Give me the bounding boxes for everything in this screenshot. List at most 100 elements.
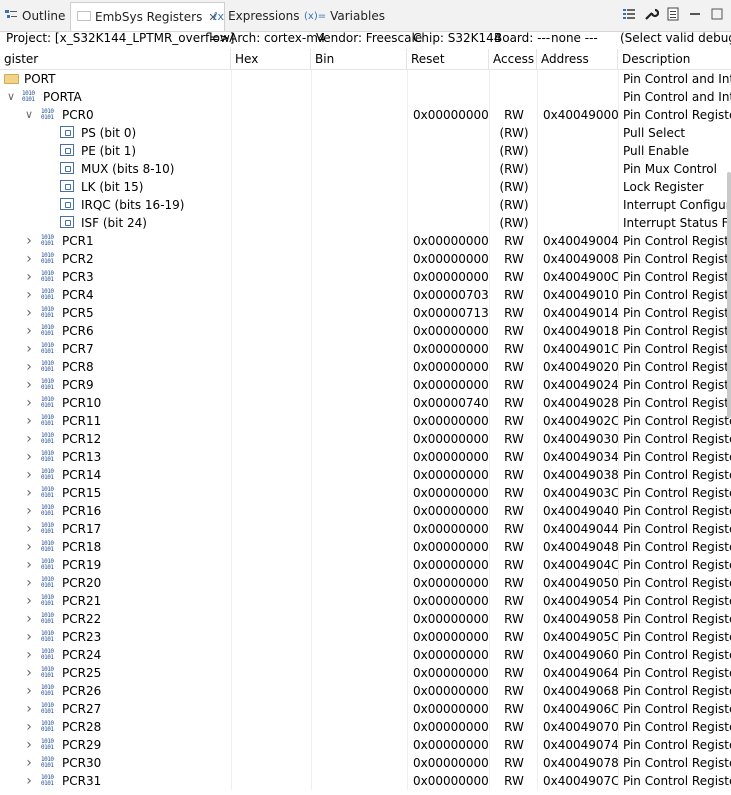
hex-cell[interactable] <box>231 304 312 322</box>
bin-cell[interactable] <box>311 376 408 394</box>
hex-cell[interactable] <box>231 268 312 286</box>
hex-cell[interactable] <box>231 628 312 646</box>
bin-cell[interactable] <box>311 124 408 142</box>
hex-cell[interactable] <box>231 772 312 790</box>
bin-cell[interactable] <box>311 646 408 664</box>
select-debug-config[interactable]: (Select valid debug co <box>620 29 731 47</box>
hex-cell[interactable] <box>231 466 312 484</box>
hex-cell[interactable] <box>231 214 312 232</box>
wrench-icon[interactable] <box>643 6 659 22</box>
bin-cell[interactable] <box>311 412 408 430</box>
hex-cell[interactable] <box>231 160 312 178</box>
chevron-right-icon[interactable]: › <box>23 520 35 538</box>
hex-cell[interactable] <box>231 556 312 574</box>
tab-expressions[interactable]: ℓx Expressions <box>213 3 299 29</box>
vertical-scrollbar[interactable] <box>727 172 731 418</box>
chevron-right-icon[interactable]: › <box>23 754 35 772</box>
chevron-down-icon[interactable]: ∨ <box>5 88 17 106</box>
chevron-right-icon[interactable]: › <box>23 268 35 286</box>
hex-cell[interactable] <box>231 286 312 304</box>
bin-cell[interactable] <box>311 664 408 682</box>
bin-cell[interactable] <box>311 538 408 556</box>
chevron-right-icon[interactable]: › <box>23 592 35 610</box>
bin-cell[interactable] <box>311 268 408 286</box>
bin-cell[interactable] <box>311 754 408 772</box>
chevron-right-icon[interactable]: › <box>23 340 35 358</box>
chevron-right-icon[interactable]: › <box>23 448 35 466</box>
chevron-right-icon[interactable]: › <box>23 736 35 754</box>
register-row[interactable]: › 1010 0101 PCR2 0x00000000 RW 0x40049008 Pin C… <box>0 250 731 268</box>
column-reset[interactable]: Reset <box>407 49 489 69</box>
register-row[interactable]: › 1010 0101 PCR28 0x00000000 RW 0x40049070 Pin … <box>0 718 731 736</box>
chevron-right-icon[interactable]: › <box>23 466 35 484</box>
chevron-right-icon[interactable]: › <box>23 232 35 250</box>
register-row[interactable]: › 1010 0101 PCR13 0x00000000 RW 0x40049034 Pin … <box>0 448 731 466</box>
hex-cell[interactable] <box>231 574 312 592</box>
hex-cell[interactable] <box>231 196 312 214</box>
chevron-right-icon[interactable]: › <box>23 376 35 394</box>
bin-cell[interactable] <box>311 232 408 250</box>
maximize-icon[interactable] <box>709 6 725 22</box>
hex-cell[interactable] <box>231 538 312 556</box>
register-row[interactable]: › 1010 0101 PCR12 0x00000000 RW 0x40049030 Pin … <box>0 430 731 448</box>
field-row[interactable]: PE (bit 1) (RW) Pull Enable <box>0 142 731 160</box>
hex-cell[interactable] <box>231 88 312 106</box>
hex-cell[interactable] <box>231 682 312 700</box>
column-address[interactable]: Address <box>537 49 618 69</box>
column-register[interactable]: gister <box>0 49 231 69</box>
chevron-right-icon[interactable]: › <box>23 700 35 718</box>
register-row[interactable]: › 1010 0101 PCR14 0x00000000 RW 0x40049038 Pin … <box>0 466 731 484</box>
hex-cell[interactable] <box>231 664 312 682</box>
hex-cell[interactable] <box>231 754 312 772</box>
bin-cell[interactable] <box>311 628 408 646</box>
bin-cell[interactable] <box>311 394 408 412</box>
column-access[interactable]: Access <box>489 49 537 69</box>
hex-cell[interactable] <box>231 718 312 736</box>
hex-cell[interactable] <box>231 250 312 268</box>
register-row[interactable]: › 1010 0101 PCR11 0x00000000 RW 0x4004902C Pin … <box>0 412 731 430</box>
field-row[interactable]: ISF (bit 24) (RW) Interrupt Status Flag <box>0 214 731 232</box>
bin-cell[interactable] <box>311 88 408 106</box>
chevron-right-icon[interactable]: › <box>23 430 35 448</box>
chevron-right-icon[interactable]: › <box>23 646 35 664</box>
chevron-right-icon[interactable]: › <box>23 304 35 322</box>
bin-cell[interactable] <box>311 142 408 160</box>
register-row[interactable]: › 1010 0101 PCR21 0x00000000 RW 0x40049054 Pin … <box>0 592 731 610</box>
register-row[interactable]: › 1010 0101 PCR19 0x00000000 RW 0x4004904C Pin … <box>0 556 731 574</box>
doc-icon[interactable] <box>665 6 681 22</box>
column-hex[interactable]: Hex <box>231 49 311 69</box>
register-row[interactable]: › 1010 0101 PCR10 0x00000740 RW 0x40049028 Pin … <box>0 394 731 412</box>
chevron-right-icon[interactable]: › <box>23 412 35 430</box>
register-row[interactable]: › 1010 0101 PCR24 0x00000000 RW 0x40049060 Pin … <box>0 646 731 664</box>
tab-variables[interactable]: (x)= Variables <box>304 3 385 29</box>
bin-cell[interactable] <box>311 250 408 268</box>
bin-cell[interactable] <box>311 682 408 700</box>
hex-cell[interactable] <box>231 448 312 466</box>
register-row[interactable]: › 1010 0101 PCR4 0x00000703 RW 0x40049010 Pin C… <box>0 286 731 304</box>
bin-cell[interactable] <box>311 772 408 790</box>
hex-cell[interactable] <box>231 592 312 610</box>
register-row[interactable]: › 1010 0101 PCR17 0x00000000 RW 0x40049044 Pin … <box>0 520 731 538</box>
register-row[interactable]: ∨ 1010 0101 PCR0 0x00000000 RW 0x40049000 Pin C… <box>0 106 731 124</box>
minimize-icon[interactable] <box>687 6 703 22</box>
chevron-right-icon[interactable]: › <box>23 610 35 628</box>
bin-cell[interactable] <box>311 736 408 754</box>
bin-cell[interactable] <box>311 484 408 502</box>
register-row[interactable]: › 1010 0101 PCR1 0x00000000 RW 0x40049004 Pin C… <box>0 232 731 250</box>
register-row[interactable]: › 1010 0101 PCR27 0x00000000 RW 0x4004906C Pin … <box>0 700 731 718</box>
register-row[interactable]: › 1010 0101 PCR7 0x00000000 RW 0x4004901C Pin C… <box>0 340 731 358</box>
chevron-right-icon[interactable]: › <box>23 538 35 556</box>
chevron-right-icon[interactable]: › <box>23 628 35 646</box>
chevron-right-icon[interactable]: › <box>23 394 35 412</box>
chevron-right-icon[interactable]: › <box>23 502 35 520</box>
chevron-right-icon[interactable]: › <box>23 682 35 700</box>
hex-cell[interactable] <box>231 484 312 502</box>
bin-cell[interactable] <box>311 610 408 628</box>
register-row[interactable]: › 1010 0101 PCR20 0x00000000 RW 0x40049050 Pin … <box>0 574 731 592</box>
chevron-right-icon[interactable]: › <box>23 358 35 376</box>
register-row[interactable]: › 1010 0101 PCR5 0x00000713 RW 0x40049014 Pin C… <box>0 304 731 322</box>
bin-cell[interactable] <box>311 430 408 448</box>
hex-cell[interactable] <box>231 430 312 448</box>
chevron-right-icon[interactable]: › <box>23 484 35 502</box>
chevron-right-icon[interactable]: › <box>23 556 35 574</box>
